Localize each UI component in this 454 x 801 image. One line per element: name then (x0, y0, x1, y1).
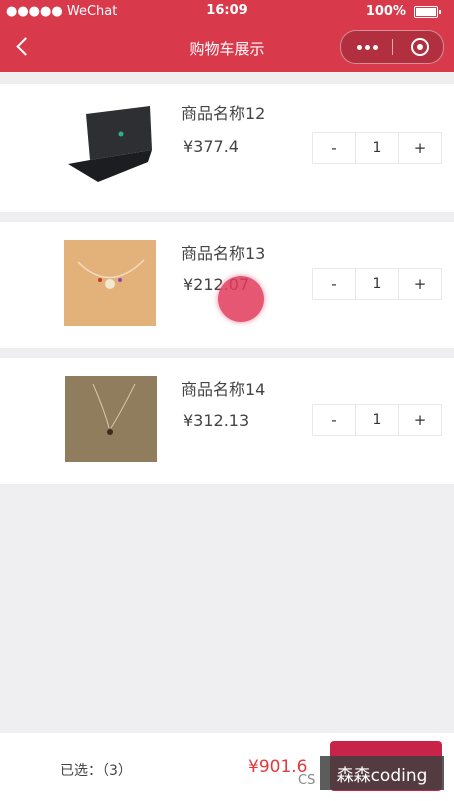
decrease-button[interactable]: - (313, 405, 355, 435)
necklace-product-image (64, 240, 156, 326)
battery-percent: 100% (365, 4, 406, 19)
quantity-value[interactable]: 1 (355, 133, 399, 163)
product-name: 商品名称12 (181, 104, 266, 123)
decrease-button[interactable]: - (313, 269, 355, 299)
more-button[interactable] (357, 45, 378, 50)
decrease-button[interactable]: - (313, 133, 355, 163)
cart-item: 商品名称12 ¥377.4 - 1 + (0, 84, 454, 212)
cart-item: 商品名称14 ¥312.13 - 1 + (0, 358, 454, 484)
quantity-stepper: - 1 + (312, 404, 442, 436)
battery-icon (414, 6, 441, 18)
touch-indicator (218, 276, 264, 322)
product-price: ¥377.4 (183, 137, 239, 156)
quantity-stepper: - 1 + (312, 132, 442, 164)
navigation-bar: 购物车展示 (0, 24, 454, 72)
close-mini-program-button[interactable] (411, 38, 429, 56)
increase-button[interactable]: + (399, 405, 441, 435)
watermark: 森森coding (320, 756, 444, 790)
increase-button[interactable]: + (399, 269, 441, 299)
product-name: 商品名称14 (181, 380, 266, 399)
increase-button[interactable]: + (399, 133, 441, 163)
quantity-stepper: - 1 + (312, 268, 442, 300)
selected-count: 已选：（3） (60, 763, 132, 779)
mini-program-capsule (340, 30, 444, 64)
product-name: 商品名称13 (181, 244, 266, 263)
laptop-product-image (64, 102, 156, 188)
product-price: ¥312.13 (183, 411, 250, 430)
quantity-value[interactable]: 1 (355, 269, 399, 299)
pendant-product-image (65, 376, 157, 462)
quantity-value[interactable]: 1 (355, 405, 399, 435)
capsule-divider (392, 39, 393, 55)
status-bar: ●●●●● WeChat 16:09 100% (0, 0, 454, 24)
watermark-prefix: CS (298, 773, 316, 788)
more-dots-icon (357, 45, 362, 50)
